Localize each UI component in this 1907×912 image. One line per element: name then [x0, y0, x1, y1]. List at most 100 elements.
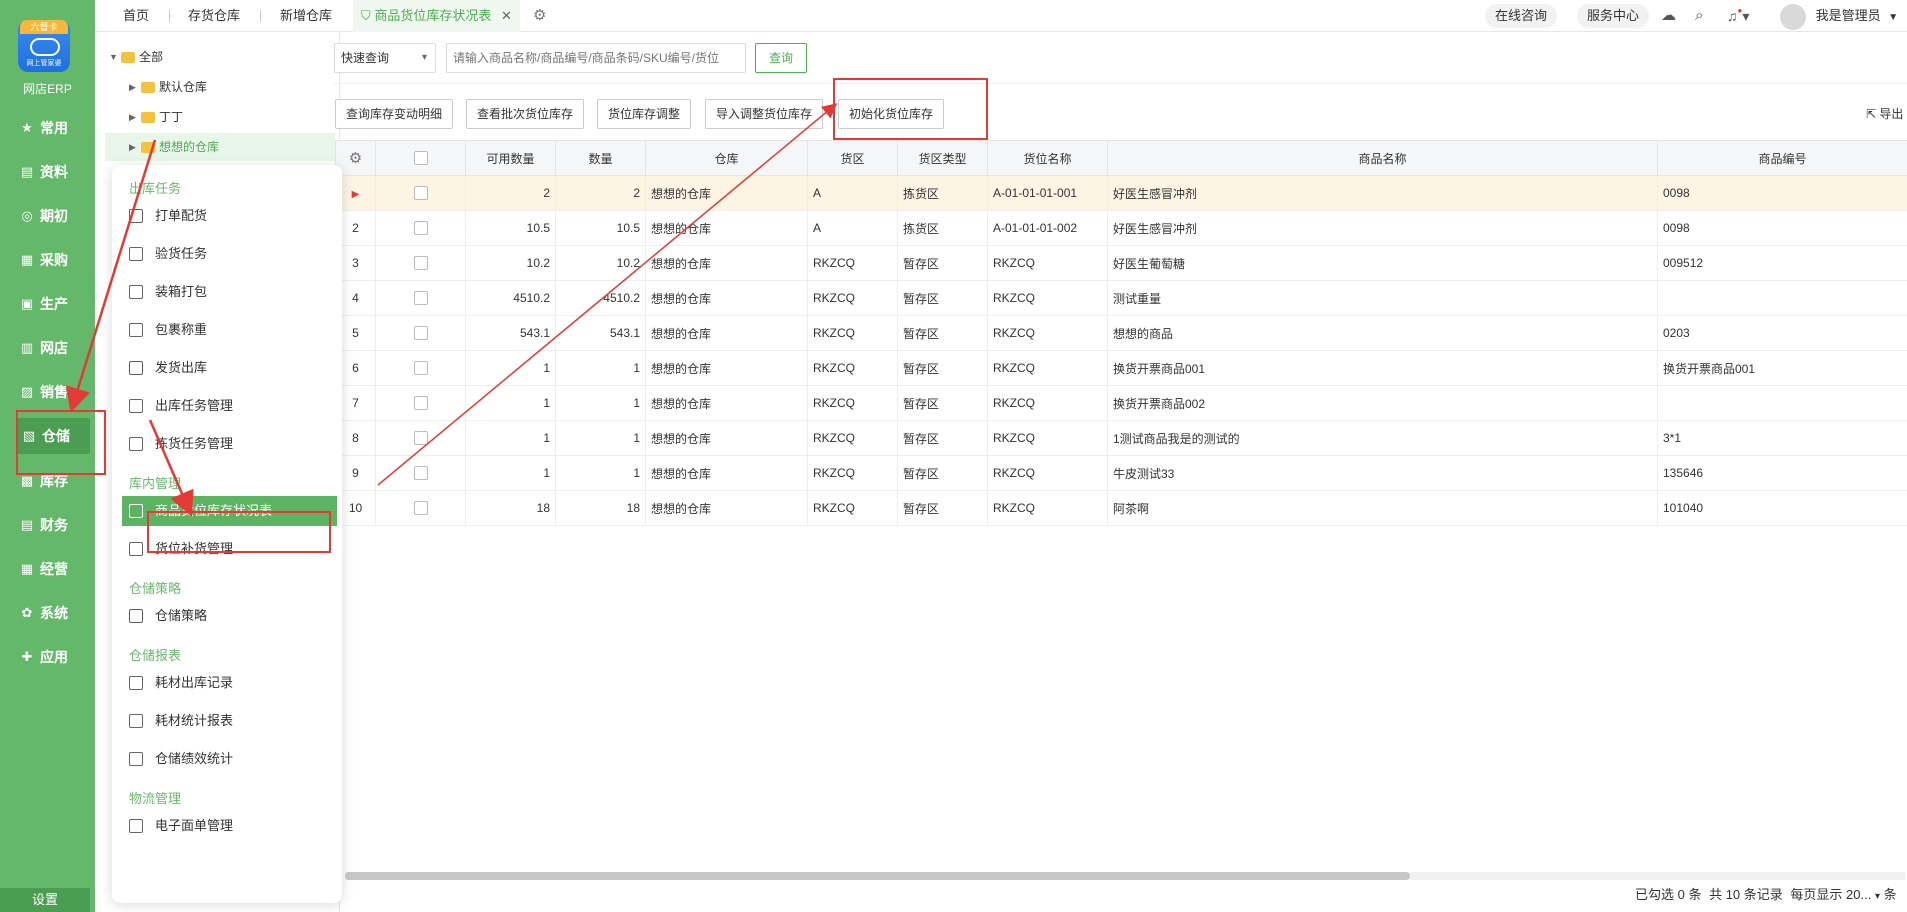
- table-row[interactable]: 4 4510.2 4510.2 想想的仓库 RKZCQ 暂存区 RKZCQ 测试重量: [335, 280, 1907, 316]
- menu-item-icon: [129, 323, 143, 337]
- menu-item-icon: [129, 399, 143, 413]
- col-zone[interactable]: 货区: [807, 140, 898, 176]
- per-page-select[interactable]: 20...: [1846, 887, 1871, 902]
- tree-root[interactable]: ▼ 全部: [109, 45, 163, 69]
- tab-stock-warehouse[interactable]: 存货仓库: [188, 0, 240, 32]
- row-checkbox[interactable]: [375, 385, 466, 421]
- table-row[interactable]: 5 543.1 543.1 想想的仓库 RKZCQ 暂存区 RKZCQ 想想的商品 0203: [335, 315, 1907, 351]
- stock-change-detail-button[interactable]: 查询库存变动明细: [335, 99, 454, 129]
- tab-location-icon: ⛉: [361, 8, 375, 23]
- query-mode-select[interactable]: 快速查询 ▾: [334, 43, 436, 73]
- table-row[interactable]: 7 1 1 想想的仓库 RKZCQ 暂存区 RKZCQ 换货开票商品002: [335, 385, 1907, 421]
- flyout-menu-item[interactable]: 耗材统计报表: [129, 706, 334, 736]
- nav-item-5[interactable]: ▥ 网店: [0, 330, 95, 366]
- service-center-button[interactable]: 服务中心: [1577, 4, 1650, 28]
- row-checkbox[interactable]: [375, 420, 466, 456]
- flyout-menu-item[interactable]: 包裹称重: [129, 315, 334, 345]
- search-icon[interactable]: ⌕: [1695, 0, 1703, 32]
- gear-icon[interactable]: ⚙: [533, 0, 546, 32]
- tree-item-xiangxiang[interactable]: ▶ 想想的仓库: [105, 133, 335, 161]
- flyout-menu-item[interactable]: 电子面单管理: [129, 811, 334, 841]
- row-checkbox[interactable]: [375, 350, 466, 386]
- nav-item-6[interactable]: ▨ 销售: [0, 374, 95, 410]
- scrollbar-thumb[interactable]: [345, 872, 1410, 880]
- row-checkbox[interactable]: [375, 280, 466, 316]
- cell-zone: RKZCQ: [807, 350, 898, 386]
- row-checkbox[interactable]: [375, 210, 466, 246]
- close-icon[interactable]: ✕: [501, 8, 512, 23]
- nav-item-11[interactable]: ✿ 系统: [0, 595, 95, 631]
- nav-item-4[interactable]: ▣ 生产: [0, 286, 95, 322]
- cell-qty: 10.2: [555, 245, 646, 281]
- cell-name: 换货开票商品002: [1107, 385, 1658, 421]
- menu-item-label: 打单配货: [155, 208, 208, 223]
- nav-item-3[interactable]: ▦ 采购: [0, 242, 95, 278]
- flyout-menu-item[interactable]: 打单配货: [129, 201, 334, 231]
- row-checkbox[interactable]: [375, 315, 466, 351]
- nav-item-2[interactable]: ◎ 期初: [0, 198, 95, 234]
- import-adjust-button[interactable]: 导入调整货位库存: [705, 99, 824, 129]
- cell-qty: 1: [555, 385, 646, 421]
- flyout-menu-item[interactable]: 发货出库: [129, 353, 334, 383]
- nav-item-0[interactable]: ★ 常用: [0, 110, 95, 146]
- row-checkbox[interactable]: [375, 455, 466, 491]
- tab-home[interactable]: 首页: [123, 0, 149, 32]
- row-checkbox[interactable]: [375, 490, 466, 526]
- col-product-name[interactable]: 商品名称: [1107, 140, 1658, 176]
- col-product-code[interactable]: 商品编号: [1657, 140, 1907, 176]
- cell-zone: RKZCQ: [807, 385, 898, 421]
- select-all-checkbox[interactable]: [375, 140, 466, 176]
- business-icon: ▦: [20, 561, 34, 576]
- flyout-menu-item[interactable]: 出库任务管理: [129, 391, 334, 421]
- tree-item-default[interactable]: ▶ 默认仓库: [129, 75, 207, 99]
- col-warehouse[interactable]: 仓库: [645, 140, 808, 176]
- table-row[interactable]: 9 1 1 想想的仓库 RKZCQ 暂存区 RKZCQ 牛皮测试33 135646: [335, 455, 1907, 491]
- table-row[interactable]: ▶ 2 2 想想的仓库 A 拣货区 A-01-01-01-001 好医生感冒冲剂 0098: [335, 175, 1907, 211]
- nav-item-12[interactable]: ✚ 应用: [0, 639, 95, 675]
- tree-item-dingding[interactable]: ▶ 丁丁: [129, 105, 183, 129]
- cell-qty: 2: [555, 175, 646, 211]
- batch-location-stock-button[interactable]: 查看批次货位库存: [466, 99, 585, 129]
- table-row[interactable]: 8 1 1 想想的仓库 RKZCQ 暂存区 RKZCQ 1测试商品我是的测试的 3*1: [335, 420, 1907, 456]
- table-row[interactable]: 10 18 18 想想的仓库 RKZCQ 暂存区 RKZCQ 阿茶啊 101040: [335, 490, 1907, 526]
- cell-code: 0098: [1657, 175, 1907, 211]
- search-button[interactable]: 查询: [755, 43, 807, 73]
- chevron-down-icon[interactable]: ▾: [1875, 891, 1880, 902]
- flyout-menu-item[interactable]: 装箱打包: [129, 277, 334, 307]
- search-input[interactable]: [446, 43, 746, 73]
- flyout-menu-item[interactable]: 验货任务: [129, 239, 334, 269]
- table-row[interactable]: 6 1 1 想想的仓库 RKZCQ 暂存区 RKZCQ 换货开票商品001 换货开票商品001: [335, 350, 1907, 386]
- col-location-name[interactable]: 货位名称: [987, 140, 1108, 176]
- tree-item-label: 默认仓库: [159, 80, 208, 94]
- tab-location-stock-report[interactable]: ⛉ 商品货位库存状况表 ✕: [353, 0, 520, 32]
- table-row[interactable]: 3 10.2 10.2 想想的仓库 RKZCQ 暂存区 RKZCQ 好医生葡萄糖 009512: [335, 245, 1907, 281]
- cart-icon: ▦: [20, 252, 34, 267]
- tab-new-warehouse[interactable]: 新增仓库: [280, 0, 332, 32]
- cell-name: 阿茶啊: [1107, 490, 1658, 526]
- cloud-download-icon[interactable]: ☁: [1661, 0, 1676, 32]
- online-consult-button[interactable]: 在线咨询: [1485, 4, 1558, 28]
- menu-item-icon: [129, 437, 143, 451]
- nav-item-9[interactable]: ▤ 财务: [0, 507, 95, 543]
- folder-icon: [121, 51, 135, 63]
- flyout-menu-item[interactable]: 仓储绩效统计: [129, 744, 334, 774]
- bell-icon[interactable]: ♫●▾: [1727, 0, 1749, 32]
- location-stock-adjust-button[interactable]: 货位库存调整: [597, 99, 692, 129]
- row-checkbox[interactable]: [375, 175, 466, 211]
- col-zone-type[interactable]: 货区类型: [897, 140, 988, 176]
- table-row[interactable]: 2 10.5 10.5 想想的仓库 A 拣货区 A-01-01-01-002 好医生感冒冲剂 0…: [335, 210, 1907, 246]
- flyout-menu-item[interactable]: 拣货任务管理: [129, 429, 334, 459]
- flyout-section-heading: 仓储策略: [129, 581, 182, 596]
- finance-icon: ▤: [20, 517, 34, 532]
- export-button[interactable]: ⇱ 导出: [1866, 105, 1903, 122]
- horizontal-scrollbar[interactable]: [345, 872, 1905, 880]
- nav-item-1[interactable]: ▤ 资料: [0, 154, 95, 190]
- nav-item-10[interactable]: ▦ 经营: [0, 551, 95, 587]
- flyout-menu-item[interactable]: 仓储策略: [129, 601, 334, 631]
- row-checkbox[interactable]: [375, 245, 466, 281]
- user-menu[interactable]: 我是管理员 ▼: [1780, 0, 1898, 32]
- col-qty[interactable]: 数量: [555, 140, 646, 176]
- flyout-menu-item[interactable]: 耗材出库记录: [129, 668, 334, 698]
- col-available-qty[interactable]: 可用数量: [465, 140, 556, 176]
- settings-button[interactable]: 设置: [0, 888, 90, 912]
